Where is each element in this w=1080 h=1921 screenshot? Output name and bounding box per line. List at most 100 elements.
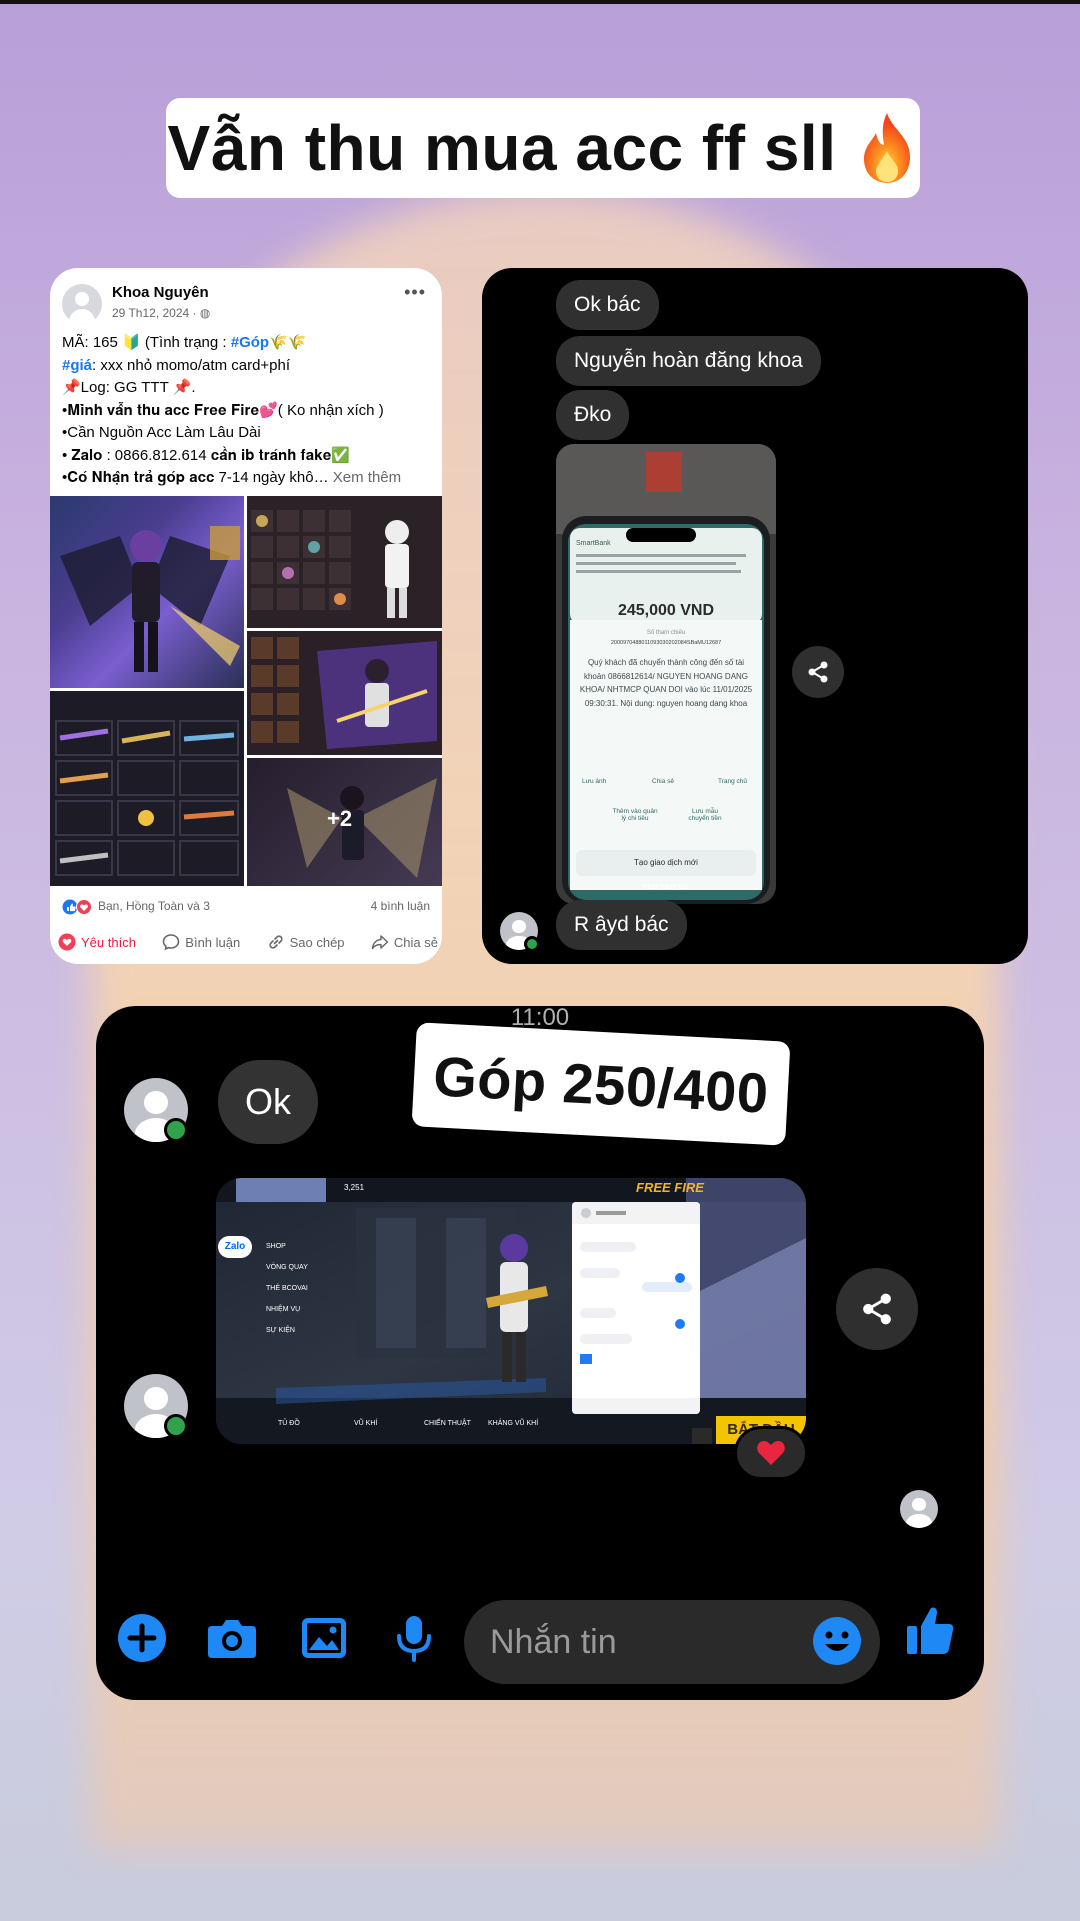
- post-line: #giá: xxx nhỏ momo/atm card+phí: [62, 356, 291, 374]
- menu-item[interactable]: VÒNG QUAY: [236, 1257, 336, 1278]
- message-bubble[interactable]: R âyd bác: [556, 900, 687, 950]
- post-text: MÃ: 165 🔰 (Tình trạng : #Góp🌾🌾 #giá: xxx…: [62, 332, 434, 490]
- post-photo[interactable]: [247, 631, 442, 755]
- share-button[interactable]: Chia sẻ: [371, 933, 438, 951]
- post-photo-more[interactable]: +2: [247, 758, 442, 886]
- menu-item[interactable]: THẺ BCOVAI: [236, 1278, 336, 1299]
- link-icon: [268, 935, 283, 949]
- heart-reaction[interactable]: [734, 1426, 808, 1480]
- like-love-react-icon: [62, 899, 92, 915]
- weapons-image: [55, 720, 239, 876]
- like-button[interactable]: [902, 1602, 958, 1658]
- receipt-ref-label: Số tham chiếu: [646, 630, 686, 636]
- camera-button[interactable]: [204, 1610, 260, 1666]
- emoji-icon[interactable]: [812, 1616, 862, 1666]
- menu-item[interactable]: SHOP: [236, 1236, 336, 1257]
- post-author[interactable]: Khoa Nguyên: [112, 284, 209, 301]
- game-menu: SHOP VÒNG QUAY THẺ BCOVAI NHIỆM VỤ SỰ KI…: [236, 1236, 336, 1341]
- bottom-tab[interactable]: KHÁNG VŨ KHÍ: [488, 1420, 568, 1427]
- installment-text: Góp 250/400: [431, 1043, 771, 1125]
- save-image-label[interactable]: Lưu ảnh: [582, 778, 606, 785]
- post-photo-grid: +2: [50, 496, 442, 886]
- online-indicator: [524, 936, 540, 952]
- receipt-amount: 245,000 VND: [617, 602, 715, 619]
- see-more-link[interactable]: Xem thêm: [329, 469, 401, 486]
- plus-icon: [118, 1614, 166, 1662]
- share-button[interactable]: [836, 1268, 918, 1350]
- add-button[interactable]: [114, 1610, 170, 1666]
- hashtag-link[interactable]: #giá: [62, 357, 92, 374]
- receipt-footer: Phát hành thẻ: [642, 884, 690, 891]
- new-transaction-button[interactable]: Tạo giao dịch mới: [576, 850, 756, 876]
- reactions-bar[interactable]: Bạn, Hồng Toàn và 3 4 bình luận: [62, 896, 432, 918]
- camera-icon: [208, 1620, 256, 1658]
- post-actions: Yêu thích Bình luận Sao chép Chia sẻ: [58, 930, 438, 954]
- copy-label: Sao chép: [289, 934, 345, 950]
- microphone-icon: [397, 1616, 431, 1662]
- menu-item[interactable]: NHIỆM VỤ: [236, 1299, 336, 1320]
- copy-button[interactable]: Sao chép: [267, 933, 345, 951]
- bottom-tab[interactable]: TỦ ĐỒ: [278, 1420, 300, 1427]
- voice-button[interactable]: [386, 1610, 442, 1666]
- save-template-label[interactable]: Lưu mẫu chuyển tiền: [682, 808, 728, 822]
- receipt-body: Quý khách đã chuyển thành công đến số tà…: [579, 658, 753, 708]
- inventory-image: [251, 510, 409, 618]
- comment-label: Bình luận: [185, 934, 241, 950]
- message-bubble[interactable]: Nguyễn hoàn đăng khoa: [556, 336, 821, 386]
- heart-icon: [757, 1441, 785, 1465]
- facebook-post-screenshot: Khoa Nguyên 29 Th12, 2024 · ◍ ••• MÃ: 16…: [50, 268, 442, 964]
- emotes-image: [251, 637, 437, 749]
- share-label[interactable]: Chia sẻ: [652, 778, 674, 785]
- zalo-chat-image: [572, 1202, 700, 1414]
- menu-item[interactable]: SỰ KIỆN: [236, 1320, 336, 1341]
- comment-button[interactable]: Bình luận: [162, 933, 240, 951]
- receipt-photo[interactable]: SmartBank 245,000 VND Số tham chiếu 2000…: [556, 444, 776, 904]
- post-line: • 𝐙𝐚𝐥𝐨 : 0866.812.614 𝐜𝐚̂̀𝐧 𝐢𝐛 𝐭𝐫𝐚́𝐧𝐡 𝐟𝐚…: [62, 446, 351, 464]
- reactions-names: Bạn, Hồng Toàn và 3: [98, 899, 210, 913]
- receipt-ref: 2000970488011093030202084SBaMU12687: [610, 640, 722, 646]
- comment-count[interactable]: 4 bình luận: [371, 899, 430, 913]
- like-button[interactable]: Yêu thích: [58, 933, 136, 951]
- post-line: •𝐌𝐢̀𝐧𝐡 𝐯𝐚̂̃𝐧 𝐭𝐡𝐮 𝐚𝐜𝐜 𝐅𝐫𝐞𝐞 𝐅𝐢𝐫𝐞💕( Ko nhận…: [62, 401, 384, 419]
- post-header: Khoa Nguyên 29 Th12, 2024 · ◍ •••: [62, 282, 432, 326]
- more-icon[interactable]: •••: [404, 282, 426, 303]
- message-input-wrapper: [464, 1600, 880, 1684]
- bottom-tab[interactable]: VŨ KHÍ: [354, 1420, 377, 1427]
- message-bubble[interactable]: Ok: [218, 1060, 318, 1144]
- post-photo[interactable]: [50, 691, 244, 886]
- avatar[interactable]: [62, 284, 102, 324]
- more-photos-count: +2: [327, 806, 353, 831]
- messenger-screenshot: 11:00 Ok Góp 250/400 3,251 FREE FIRE Zal…: [96, 1004, 984, 1700]
- message-bubble[interactable]: Đko: [556, 390, 630, 440]
- message-bubble[interactable]: Ok bác: [556, 280, 659, 330]
- share-button[interactable]: [792, 646, 844, 698]
- add-expense-label[interactable]: Thêm vào quản lý chi tiêu: [612, 808, 658, 822]
- game-logo: FREE FIRE: [636, 1180, 704, 1195]
- game-screenshot[interactable]: 3,251 FREE FIRE Zalo SHOP VÒNG QUAY THẺ …: [216, 1178, 806, 1444]
- receipt-app: SmartBank: [576, 540, 611, 547]
- seen-avatar: [900, 1490, 938, 1528]
- thumbs-up-icon: [907, 1607, 954, 1654]
- share-icon: [863, 1293, 891, 1325]
- receipt-actions: Lưu ảnh Chia sẻ Trang chủ Thêm vào quản …: [572, 764, 760, 834]
- image-icon: [302, 1618, 346, 1658]
- comment-icon: [162, 934, 180, 951]
- post-line: •𝐂𝐨́ 𝐍𝐡𝐚̣̂𝐧 𝐭𝐫𝐚̉ 𝐠𝐨́𝐩 𝐚𝐜𝐜 7-14 ngày khô……: [62, 469, 402, 486]
- post-photo[interactable]: [247, 496, 442, 628]
- coin-balance: 3,251: [344, 1183, 365, 1192]
- post-line: •Cần Nguồn Acc Làm Lâu Dài: [62, 424, 261, 441]
- heart-icon: [58, 933, 76, 951]
- bottom-tab[interactable]: CHIẾN THUẬT: [424, 1420, 471, 1427]
- post-time: 29 Th12, 2024 · ◍: [112, 306, 211, 320]
- fire-icon: [864, 113, 911, 183]
- message-input[interactable]: [490, 1600, 810, 1684]
- post-photo[interactable]: [50, 496, 244, 688]
- zalo-chat-overlay: [572, 1202, 700, 1414]
- home-label[interactable]: Trang chủ: [718, 778, 747, 785]
- message-composer: [96, 1592, 984, 1684]
- online-indicator: [164, 1414, 188, 1438]
- hashtag-link[interactable]: #Góp: [231, 334, 269, 351]
- online-indicator: [164, 1118, 188, 1142]
- share-label: Chia sẻ: [393, 934, 438, 950]
- gallery-button[interactable]: [296, 1610, 352, 1666]
